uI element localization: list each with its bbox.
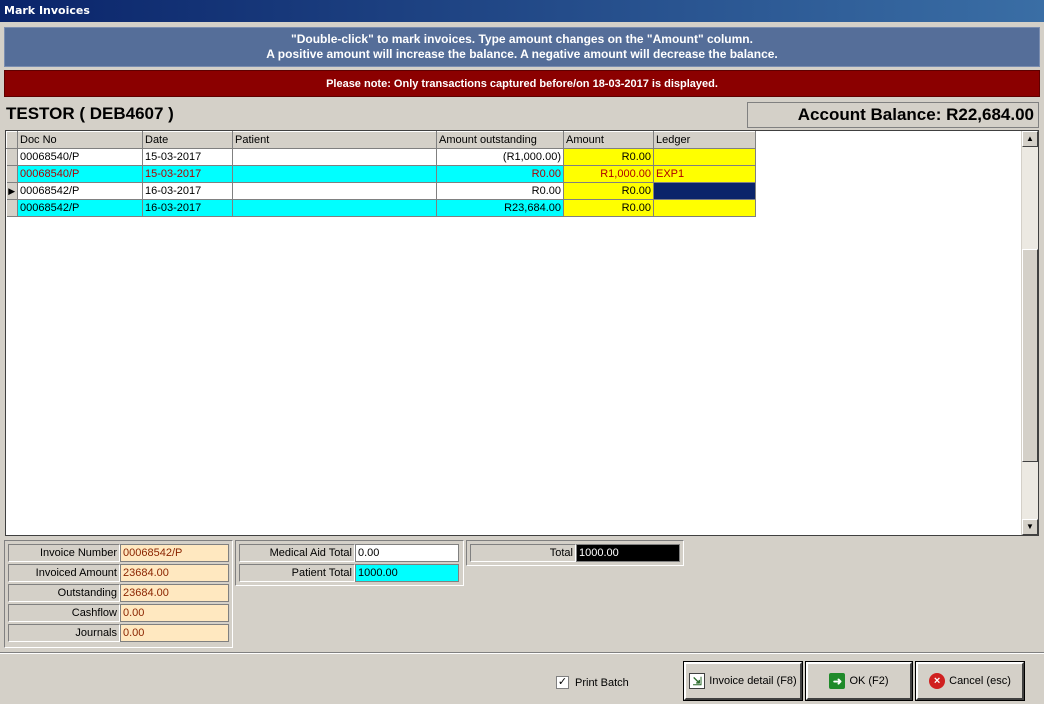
invoice-detail-label: Invoice detail (F8)	[709, 675, 797, 687]
table-row[interactable]: 00068542/P 16-03-2017 R23,684.00 R0.00	[6, 199, 756, 217]
col-header-amount-outstanding[interactable]: Amount outstanding	[436, 131, 564, 149]
patient-total-value: 1000.00	[355, 564, 459, 582]
vertical-scrollbar[interactable]: ▲ ▼	[1021, 131, 1038, 535]
cell-amount[interactable]: R0.00	[563, 199, 654, 217]
cell-amount-outstanding[interactable]: (R1,000.00)	[436, 148, 564, 166]
cell-ledger[interactable]: EXP1	[653, 165, 756, 183]
account-balance: Account Balance: R22,684.00	[747, 102, 1039, 128]
grand-total-panel: Total 1000.00	[466, 540, 684, 566]
row-pointer-icon[interactable]: ▶	[6, 182, 18, 200]
invoiced-amount-value: 23684.00	[120, 564, 229, 582]
totals-panel: Medical Aid Total 0.00 Patient Total 100…	[235, 540, 464, 586]
print-batch-checkbox[interactable]: ✓ Print Batch	[556, 676, 629, 689]
cashflow-value: 0.00	[120, 604, 229, 622]
journals-value: 0.00	[120, 624, 229, 642]
cell-amount[interactable]: R0.00	[563, 148, 654, 166]
row-indicator[interactable]	[6, 165, 18, 183]
invoice-grid[interactable]: Doc No Date Patient Amount outstanding A…	[5, 130, 1039, 536]
invoice-detail-icon: ⇲	[689, 673, 706, 689]
cell-amount-outstanding[interactable]: R0.00	[436, 182, 564, 200]
scroll-up-icon[interactable]: ▲	[1022, 131, 1038, 147]
invoice-table: Doc No Date Patient Amount outstanding A…	[6, 131, 756, 217]
grid-header-row: Doc No Date Patient Amount outstanding A…	[6, 131, 756, 149]
col-header-amount[interactable]: Amount	[563, 131, 654, 149]
col-header-ledger[interactable]: Ledger	[653, 131, 756, 149]
total-value: 1000.00	[576, 544, 680, 562]
table-row[interactable]: 00068540/P 15-03-2017 R0.00 R1,000.00 EX…	[6, 165, 756, 183]
client-name: TESTOR ( DEB4607 )	[6, 104, 174, 123]
outstanding-label: Outstanding	[8, 584, 120, 602]
checkbox-checkmark-icon[interactable]: ✓	[556, 676, 569, 689]
table-row[interactable]: ▶ 00068542/P 16-03-2017 R0.00 R0.00	[6, 182, 756, 200]
col-header-doc-no[interactable]: Doc No	[17, 131, 143, 149]
col-header-patient[interactable]: Patient	[232, 131, 437, 149]
cell-date[interactable]: 15-03-2017	[142, 165, 233, 183]
cell-patient[interactable]	[232, 182, 437, 200]
instructions-line-2: A positive amount will increase the bala…	[266, 47, 778, 61]
instructions-line-1: "Double-click" to mark invoices. Type am…	[291, 32, 753, 46]
cell-ledger[interactable]	[653, 148, 756, 166]
footer-divider	[0, 652, 1044, 654]
ok-label: OK (F2)	[849, 675, 889, 687]
window-title: Mark Invoices	[0, 0, 1044, 22]
cell-ledger[interactable]	[653, 199, 756, 217]
arrow-right-icon: ➜	[829, 673, 846, 689]
invoice-number-value: 00068542/P	[120, 544, 229, 562]
notice-banner: Please note: Only transactions captured …	[4, 70, 1040, 97]
cell-amount-outstanding[interactable]: R0.00	[436, 165, 564, 183]
row-indicator[interactable]	[6, 199, 18, 217]
ok-button[interactable]: ➜ OK (F2)	[805, 661, 913, 701]
col-header-date[interactable]: Date	[142, 131, 233, 149]
cell-patient[interactable]	[232, 148, 437, 166]
invoice-summary-panel: Invoice Number 00068542/P Invoiced Amoun…	[4, 540, 233, 648]
scroll-thumb[interactable]	[1022, 249, 1038, 462]
row-indicator-header	[6, 131, 18, 149]
invoice-detail-button[interactable]: ⇲ Invoice detail (F8)	[683, 661, 803, 701]
cell-doc-no[interactable]: 00068542/P	[17, 199, 143, 217]
cancel-button[interactable]: × Cancel (esc)	[915, 661, 1025, 701]
instructions-banner: "Double-click" to mark invoices. Type am…	[4, 27, 1040, 67]
scroll-down-icon[interactable]: ▼	[1022, 519, 1038, 535]
invoiced-amount-label: Invoiced Amount	[8, 564, 120, 582]
cashflow-label: Cashflow	[8, 604, 120, 622]
cell-date[interactable]: 16-03-2017	[142, 182, 233, 200]
cell-doc-no[interactable]: 00068542/P	[17, 182, 143, 200]
cell-date[interactable]: 15-03-2017	[142, 148, 233, 166]
print-batch-label[interactable]: Print Batch	[575, 677, 629, 689]
medical-aid-total-label: Medical Aid Total	[239, 544, 355, 562]
journals-label: Journals	[8, 624, 120, 642]
row-indicator[interactable]	[6, 148, 18, 166]
cancel-icon: ×	[929, 673, 946, 689]
cell-ledger-selected[interactable]	[653, 182, 756, 200]
table-row[interactable]: 00068540/P 15-03-2017 (R1,000.00) R0.00	[6, 148, 756, 166]
cell-date[interactable]: 16-03-2017	[142, 199, 233, 217]
outstanding-value: 23684.00	[120, 584, 229, 602]
cell-doc-no[interactable]: 00068540/P	[17, 165, 143, 183]
cancel-label: Cancel (esc)	[949, 675, 1011, 687]
cell-patient[interactable]	[232, 165, 437, 183]
cell-patient[interactable]	[232, 199, 437, 217]
cell-amount-outstanding[interactable]: R23,684.00	[436, 199, 564, 217]
total-label: Total	[470, 544, 576, 562]
medical-aid-total-value: 0.00	[355, 544, 459, 562]
invoice-number-label: Invoice Number	[8, 544, 120, 562]
cell-amount[interactable]: R1,000.00	[563, 165, 654, 183]
cell-amount[interactable]: R0.00	[563, 182, 654, 200]
cell-doc-no[interactable]: 00068540/P	[17, 148, 143, 166]
patient-total-label: Patient Total	[239, 564, 355, 582]
